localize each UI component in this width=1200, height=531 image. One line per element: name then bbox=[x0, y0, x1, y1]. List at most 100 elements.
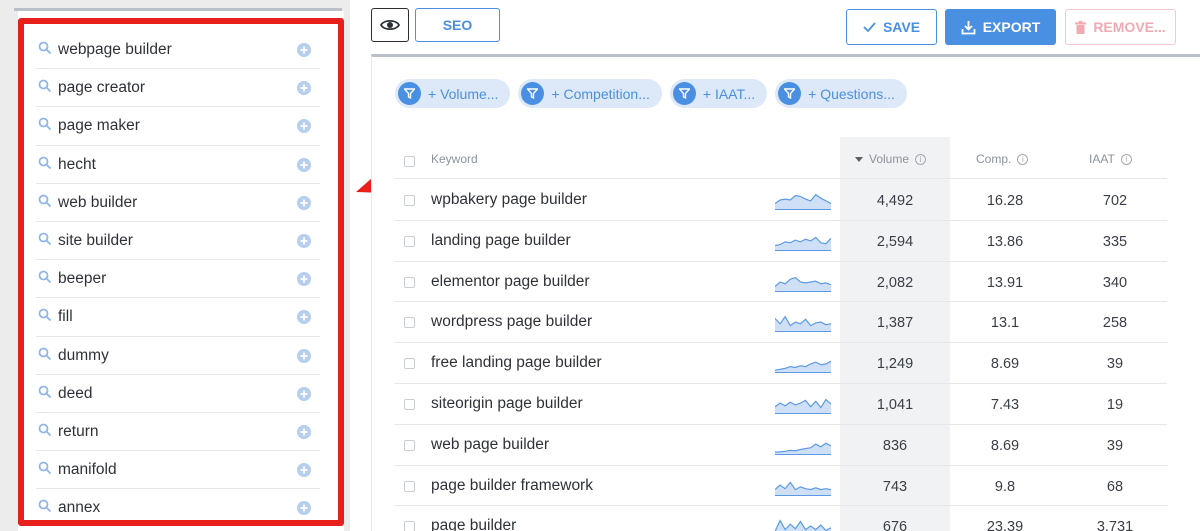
volume-cell: 1,387 bbox=[876, 315, 914, 332]
iaat-cell: 340 bbox=[1102, 274, 1128, 291]
info-icon[interactable]: i bbox=[1017, 153, 1029, 165]
keyword-column-header[interactable]: Keyword bbox=[431, 152, 478, 166]
checkmark-icon bbox=[863, 22, 876, 32]
trend-sparkline bbox=[775, 193, 831, 210]
comp-cell: 9.8 bbox=[994, 478, 1016, 495]
download-icon bbox=[961, 20, 976, 34]
table-row[interactable]: siteorigin page builder 1,041 7.43 19 bbox=[395, 384, 1167, 425]
filter-chip-label: + IAAT... bbox=[702, 85, 756, 102]
row-checkbox[interactable] bbox=[404, 398, 415, 410]
iaat-column-header[interactable]: IAAT i bbox=[1089, 152, 1132, 166]
info-icon[interactable]: i bbox=[915, 153, 927, 165]
filter-chip-label: + Competition... bbox=[551, 85, 650, 102]
keyword-cell: free landing page builder bbox=[431, 354, 602, 372]
sort-descending-icon bbox=[855, 156, 863, 162]
sparkline-area bbox=[775, 361, 831, 374]
sparkline-area bbox=[775, 277, 831, 292]
export-button[interactable]: EXPORT bbox=[945, 9, 1056, 45]
iaat-cell: 702 bbox=[1102, 193, 1128, 209]
volume-cell: 2,594 bbox=[876, 233, 914, 250]
save-button-label: SAVE bbox=[882, 19, 921, 35]
iaat-cell: 3,731 bbox=[1096, 519, 1134, 531]
iaat-cell: 335 bbox=[1102, 233, 1128, 250]
info-icon[interactable]: i bbox=[1120, 153, 1132, 165]
volume-cell: 4,492 bbox=[876, 193, 914, 209]
select-all-checkbox[interactable] bbox=[404, 156, 415, 167]
filter-chips: + Volume... + Competition... + IAAT... + Qu… bbox=[395, 79, 907, 109]
row-checkbox[interactable] bbox=[404, 317, 415, 329]
table-row[interactable]: elementor page builder 2,082 13.91 340 bbox=[395, 262, 1167, 303]
filter-icon bbox=[672, 82, 696, 105]
toggle-visibility-button[interactable] bbox=[371, 8, 409, 42]
keyword-cell: wordpress page builder bbox=[431, 313, 593, 331]
trend-sparkline bbox=[775, 519, 831, 531]
row-checkbox[interactable] bbox=[404, 521, 415, 531]
volume-header-label: Volume bbox=[869, 152, 910, 166]
row-checkbox[interactable] bbox=[404, 195, 415, 206]
volume-cell: 2,082 bbox=[876, 274, 914, 291]
trend-sparkline bbox=[775, 276, 831, 292]
trend-sparkline bbox=[775, 315, 831, 333]
comp-column-header[interactable]: Comp. i bbox=[976, 152, 1029, 166]
sparkline-area bbox=[775, 237, 831, 251]
filter-chip[interactable]: + Competition... bbox=[518, 79, 662, 108]
keyword-cell: landing page builder bbox=[431, 231, 571, 249]
trend-sparkline bbox=[775, 480, 831, 496]
volume-cell: 1,041 bbox=[876, 396, 914, 413]
iaat-header-label: IAAT bbox=[1089, 152, 1115, 166]
volume-cell: 743 bbox=[882, 478, 908, 495]
row-checkbox[interactable] bbox=[404, 276, 415, 288]
iaat-cell: 39 bbox=[1106, 437, 1124, 454]
keyword-cell: page builder bbox=[431, 517, 517, 531]
keyword-cell: wpbakery page builder bbox=[431, 191, 587, 208]
filter-icon bbox=[398, 82, 421, 105]
trend-sparkline bbox=[775, 398, 831, 414]
filter-chip-label: + Questions... bbox=[808, 85, 895, 102]
remove-button-label: REMOVE... bbox=[1093, 19, 1166, 35]
table-row[interactable]: wpbakery page builder 4,492 16.28 702 bbox=[395, 180, 1167, 221]
keyword-table-body: wpbakery page builder 4,492 16.28 702 landin… bbox=[395, 180, 1167, 531]
eye-icon bbox=[380, 19, 400, 31]
volume-column-header[interactable]: Volume i bbox=[855, 152, 927, 166]
red-highlight-box bbox=[18, 18, 344, 526]
comp-cell: 8.69 bbox=[990, 356, 1020, 373]
comp-cell: 23.39 bbox=[986, 519, 1024, 531]
volume-cell: 836 bbox=[882, 437, 908, 454]
filter-chip[interactable]: + Questions... bbox=[775, 79, 907, 108]
iaat-cell: 39 bbox=[1106, 356, 1124, 373]
table-row[interactable]: web page builder 836 8.69 39 bbox=[395, 425, 1167, 466]
row-checkbox[interactable] bbox=[404, 439, 415, 451]
table-row[interactable]: free landing page builder 1,249 8.69 39 bbox=[395, 343, 1167, 384]
filter-icon bbox=[521, 82, 545, 105]
comp-cell: 7.43 bbox=[990, 396, 1020, 413]
keyword-cell: page builder framework bbox=[431, 476, 593, 494]
table-row[interactable]: wordpress page builder 1,387 13.1 258 bbox=[395, 302, 1167, 344]
iaat-cell: 258 bbox=[1102, 315, 1128, 332]
table-row[interactable]: page builder framework 743 9.8 68 bbox=[395, 466, 1167, 507]
sparkline-area bbox=[775, 194, 831, 210]
row-checkbox[interactable] bbox=[404, 480, 415, 492]
comp-cell: 16.28 bbox=[986, 193, 1024, 209]
trash-icon bbox=[1075, 20, 1087, 34]
filter-chip-label: + Volume... bbox=[428, 85, 499, 102]
volume-cell: 1,249 bbox=[876, 356, 914, 373]
comp-cell: 13.86 bbox=[986, 233, 1024, 250]
keyword-cell: siteorigin page builder bbox=[431, 394, 583, 412]
iaat-cell: 68 bbox=[1106, 478, 1124, 495]
export-button-label: EXPORT bbox=[982, 19, 1041, 35]
table-row[interactable]: page builder 676 23.39 3,731 bbox=[395, 506, 1167, 531]
trend-sparkline bbox=[775, 360, 831, 374]
row-checkbox[interactable] bbox=[404, 358, 415, 370]
filter-icon bbox=[778, 82, 802, 105]
iaat-cell: 19 bbox=[1106, 396, 1124, 413]
row-checkbox[interactable] bbox=[404, 235, 415, 247]
filter-chip[interactable]: + Volume... bbox=[395, 79, 511, 108]
save-button[interactable]: SAVE bbox=[846, 9, 937, 45]
filter-chip[interactable]: + IAAT... bbox=[669, 79, 768, 108]
table-header: Keyword Volume i Comp. i IAAT i bbox=[395, 139, 1167, 179]
comp-cell: 8.69 bbox=[990, 437, 1020, 454]
keyword-header-label: Keyword bbox=[431, 152, 478, 166]
remove-button[interactable]: REMOVE... bbox=[1065, 9, 1176, 45]
seo-button[interactable]: SEO bbox=[415, 8, 500, 42]
table-row[interactable]: landing page builder 2,594 13.86 335 bbox=[395, 221, 1167, 262]
